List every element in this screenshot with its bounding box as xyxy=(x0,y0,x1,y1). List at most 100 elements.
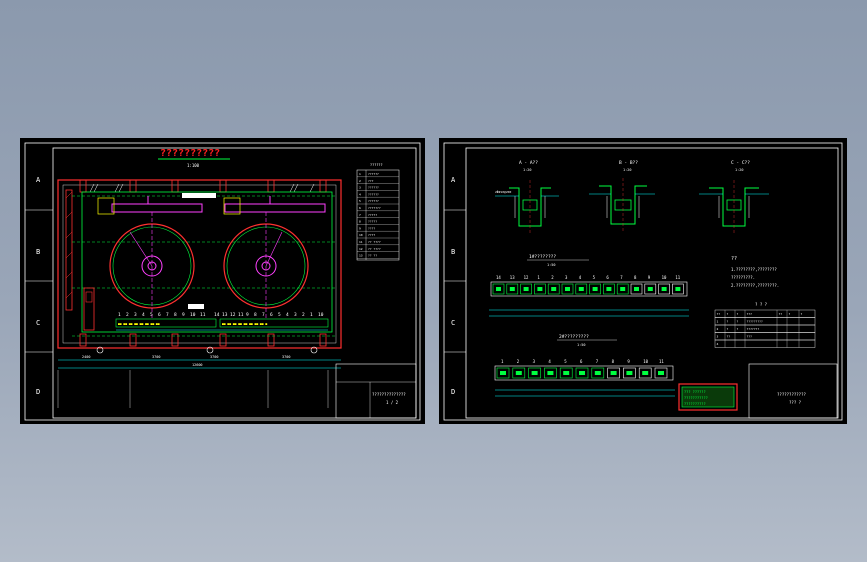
svg-text:10: 10 xyxy=(318,312,324,318)
plan2-number: 5 xyxy=(564,359,567,364)
plan2-cabinet-row: 1 2 3 4 5 6 7 8 9 10 11 xyxy=(494,359,675,397)
floor-plan-drawing: A B C D ?????????? 1:100 1 2 3 4 5 6 7 8… xyxy=(24,142,421,421)
plan2-number: 10 xyxy=(643,359,648,364)
legend-no: 5 xyxy=(359,199,361,203)
table-cell: ? xyxy=(737,320,739,324)
plan2-number: 8 xyxy=(612,359,615,364)
plan2-cabinet-mark xyxy=(579,371,585,375)
plan1-number: 2 xyxy=(551,275,554,280)
plan2-cabinet-mark xyxy=(531,371,538,375)
plan2-cabinet-mark xyxy=(500,371,506,375)
row-label-c: C xyxy=(36,319,40,327)
dim-4: 3700 xyxy=(282,355,290,359)
svg-text:8: 8 xyxy=(174,312,177,318)
note-line-3: 2.????????,????????. xyxy=(731,283,779,288)
svg-text:3: 3 xyxy=(134,312,137,318)
tank-1 xyxy=(109,212,195,320)
plan1-cabinet-mark xyxy=(620,287,626,291)
legend-no: 6 xyxy=(359,206,361,210)
plan2-title: 2#????????? xyxy=(559,334,589,340)
plan2-cabinet-mark xyxy=(626,371,633,375)
plan1-number: 11 xyxy=(675,275,680,280)
title-block-left: ?????????????? xyxy=(372,392,406,397)
row-label-b-right: B xyxy=(451,248,455,256)
legend-no: 12 xyxy=(359,247,363,251)
svg-text:6: 6 xyxy=(270,312,273,318)
svg-text:14: 14 xyxy=(214,312,220,318)
legend-name: ???? xyxy=(368,233,375,237)
legend-name: ?????? xyxy=(368,186,379,190)
legend-no: 13 xyxy=(359,254,363,258)
plan2-number: 9 xyxy=(627,359,630,364)
stamp-line-2: ??????????? xyxy=(684,396,708,400)
plan1-number: 5 xyxy=(593,275,596,280)
note-line-1: 1.????????,???????? xyxy=(731,267,777,272)
section-c: C - C?? 1:20 xyxy=(699,160,769,234)
table-cell: 1 xyxy=(717,320,719,324)
legend-name: ???? xyxy=(368,226,375,230)
svg-text:4: 4 xyxy=(142,312,145,318)
svg-text:11: 11 xyxy=(238,312,244,318)
plan2-number: 11 xyxy=(659,359,664,364)
table-cell: ??? xyxy=(747,312,753,316)
table-cell: ????????? xyxy=(747,320,763,324)
svg-text:13: 13 xyxy=(222,312,228,318)
plan2-cabinet-mark xyxy=(563,371,570,375)
svg-text:2: 2 xyxy=(126,312,129,318)
svg-text:10: 10 xyxy=(190,312,196,318)
legend-name: ?? ?? xyxy=(368,254,377,258)
svg-text:7: 7 xyxy=(262,312,265,318)
table-cell: ??????? xyxy=(747,327,760,331)
legend-no: 8 xyxy=(359,220,361,224)
plan2-cabinet-mark xyxy=(658,371,664,375)
section-b-title: B - B?? xyxy=(619,160,638,166)
stamp-line-1: ??? ?????? xyxy=(684,390,706,394)
plan1-cabinet-mark xyxy=(606,287,612,291)
plan1-number: 10 xyxy=(662,275,667,280)
note-line-2: ?????????. xyxy=(731,275,755,280)
plan1-number: 8 xyxy=(634,275,637,280)
plan1-cabinet-mark xyxy=(578,287,584,291)
drawing-sheet-right: A B C D A - A?? 1:20 2Φ#10@200 B - B?? 1… xyxy=(439,138,847,424)
plan1-number: 4 xyxy=(579,275,582,280)
svg-text:1: 1 xyxy=(310,312,313,318)
section-a: A - A?? 1:20 2Φ#10@200 xyxy=(495,160,559,234)
plan1-number: 9 xyxy=(648,275,651,280)
table-title: ? ? ? xyxy=(755,302,768,307)
legend-name: ?? ???? xyxy=(368,247,381,251)
plan1-cabinet-mark xyxy=(523,287,529,291)
legend-no: 9 xyxy=(359,226,361,230)
table-cell: ?? xyxy=(727,335,731,339)
plan2-number: 2 xyxy=(517,359,520,364)
plan1-number: 12 xyxy=(524,275,529,280)
plan1-title: 1#???????? xyxy=(529,254,556,260)
legend-no: 11 xyxy=(359,240,363,244)
dim-3: 3700 xyxy=(210,355,218,359)
plan1-cabinet-mark xyxy=(647,287,653,291)
plan2-scale: 1:50 xyxy=(577,343,585,347)
svg-text:12: 12 xyxy=(230,312,236,318)
plan2-cabinet-mark xyxy=(610,371,617,375)
legend-no: 1 xyxy=(359,172,361,176)
plan1-cabinet-mark xyxy=(634,287,639,291)
table-cell: ? xyxy=(789,312,791,316)
section-detail-drawing: A B C D A - A?? 1:20 2Φ#10@200 B - B?? 1… xyxy=(443,142,843,421)
plan2-number: 7 xyxy=(596,359,599,364)
plan1-cabinet-mark xyxy=(509,287,515,291)
svg-text:6: 6 xyxy=(158,312,161,318)
row-label-c-right: C xyxy=(451,319,455,327)
tank-2 xyxy=(223,212,309,320)
plan1-number: 13 xyxy=(510,275,515,280)
approval-stamp: ??? ?????? ??????????? ?????????? xyxy=(678,383,738,411)
plan2-number: 6 xyxy=(580,359,583,364)
notes-title: ?? xyxy=(731,256,737,262)
section-b-scale: 1:20 xyxy=(623,168,631,172)
legend-no: 2 xyxy=(359,179,361,183)
scale-left: 1 / 2 xyxy=(386,400,399,405)
legend-no: 4 xyxy=(359,192,361,196)
plan-scale: 1:100 xyxy=(187,163,200,168)
table-cell: 4 xyxy=(717,342,719,346)
svg-text:2Φ#10@200: 2Φ#10@200 xyxy=(495,190,511,194)
svg-text:11: 11 xyxy=(200,312,206,318)
row-label-d: D xyxy=(36,388,40,396)
